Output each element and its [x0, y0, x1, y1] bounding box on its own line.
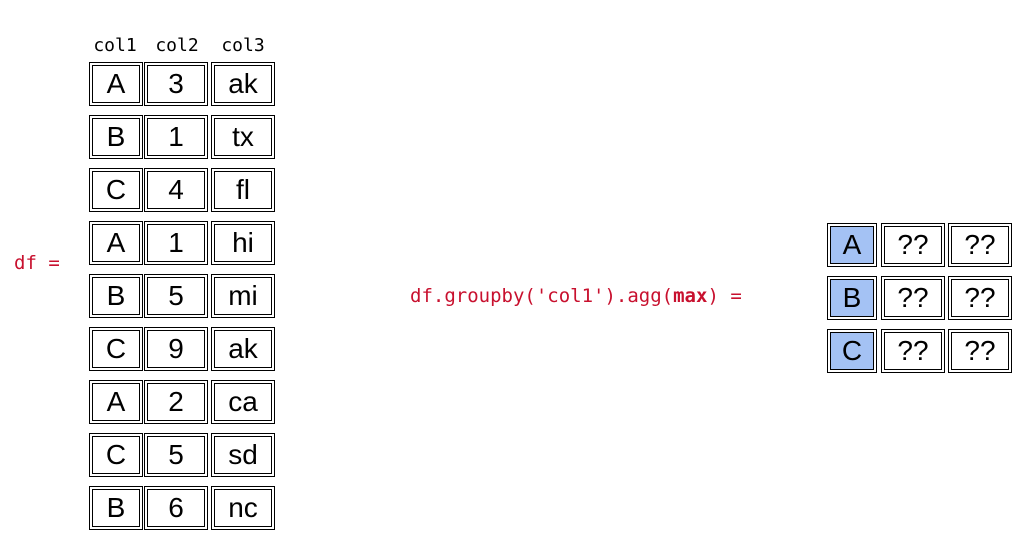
- source-cell: A: [89, 221, 143, 265]
- column-header-col1: col1: [93, 35, 137, 56]
- result-unknown-cell: ??: [881, 223, 945, 267]
- source-cell: hi: [211, 221, 275, 265]
- source-cell: 4: [144, 168, 208, 212]
- source-cell: ak: [211, 327, 275, 371]
- source-cell: 5: [144, 274, 208, 318]
- source-cell: 9: [144, 327, 208, 371]
- source-cell: 2: [144, 380, 208, 424]
- groupby-diagram: { "df_label": "df =", "headers": ["col1"…: [0, 0, 1022, 547]
- source-cell: B: [89, 486, 143, 530]
- result-key-cell: A: [827, 223, 877, 267]
- source-cell: C: [89, 327, 143, 371]
- groupby-expression: df.groupby('col1').agg(max) =: [410, 285, 742, 307]
- source-cell: 6: [144, 486, 208, 530]
- source-cell: C: [89, 433, 143, 477]
- source-cell: tx: [211, 115, 275, 159]
- source-cell: nc: [211, 486, 275, 530]
- source-cell: A: [89, 62, 143, 106]
- df-label: df =: [14, 252, 60, 274]
- source-cell: C: [89, 168, 143, 212]
- expression-suffix: ) =: [707, 285, 742, 307]
- source-cell: B: [89, 274, 143, 318]
- column-header-col3: col3: [221, 35, 265, 56]
- result-key-cell: C: [827, 329, 877, 373]
- source-cell: ak: [211, 62, 275, 106]
- result-unknown-cell: ??: [948, 276, 1012, 320]
- result-unknown-cell: ??: [881, 276, 945, 320]
- column-header-col2: col2: [155, 35, 199, 56]
- result-unknown-cell: ??: [881, 329, 945, 373]
- source-cell: sd: [211, 433, 275, 477]
- source-cell: mi: [211, 274, 275, 318]
- source-cell: ca: [211, 380, 275, 424]
- expression-prefix: df.groupby('col1').agg(: [410, 285, 674, 307]
- source-cell: 1: [144, 221, 208, 265]
- source-cell: 1: [144, 115, 208, 159]
- result-unknown-cell: ??: [948, 329, 1012, 373]
- source-cell: 3: [144, 62, 208, 106]
- expression-func: max: [673, 285, 708, 307]
- source-cell: fl: [211, 168, 275, 212]
- source-cell: 5: [144, 433, 208, 477]
- result-key-cell: B: [827, 276, 877, 320]
- source-cell: A: [89, 380, 143, 424]
- result-unknown-cell: ??: [948, 223, 1012, 267]
- source-cell: B: [89, 115, 143, 159]
